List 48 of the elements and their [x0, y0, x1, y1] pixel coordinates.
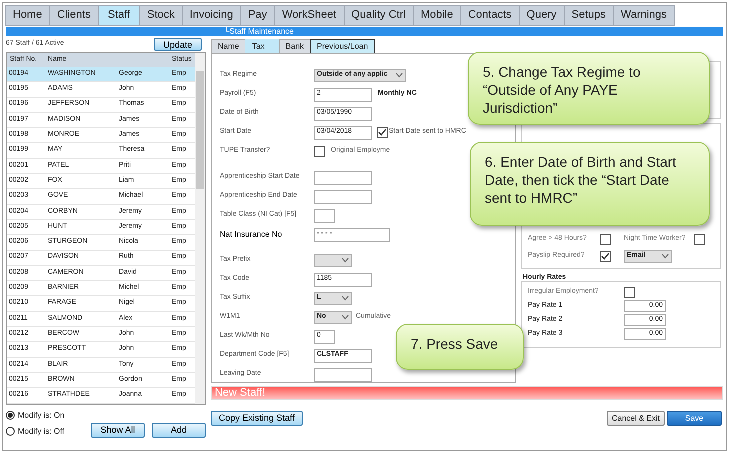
input-field[interactable]	[314, 368, 372, 382]
input-field[interactable]	[314, 170, 372, 184]
form-tab[interactable]: Name	[211, 39, 246, 53]
chevron-down-icon	[662, 254, 669, 259]
checkbox[interactable]	[694, 234, 705, 245]
checkbox[interactable]	[624, 286, 635, 298]
menu-tab[interactable]: Query	[518, 5, 565, 26]
radio-label: Modify is: Off	[18, 426, 65, 438]
menu-tab[interactable]: Quality Ctrl	[344, 5, 414, 26]
menu-tab[interactable]: Mobile	[412, 5, 462, 26]
radio-button[interactable]	[6, 427, 15, 436]
menu-tab[interactable]: Home	[5, 5, 50, 26]
callout-text: 5. Change Tax Regime to “Outside of Any PAYE Jurisdiction”	[483, 63, 642, 117]
radio-label: Modify is: On	[18, 410, 65, 422]
status-bar: New Staff!	[211, 386, 723, 400]
input-field[interactable]	[314, 208, 335, 222]
checkbox[interactable]	[600, 234, 611, 245]
menu-tab[interactable]: Stock	[139, 5, 183, 26]
input-field[interactable]	[314, 190, 372, 204]
form-tab[interactable]: Bank	[278, 39, 312, 53]
copy-staff-button[interactable]: Copy Existing Staff	[211, 411, 303, 426]
chevron-down-icon	[342, 296, 349, 301]
checkbox[interactable]	[314, 146, 325, 157]
cancel-button[interactable]: Cancel & Exit	[606, 411, 665, 426]
menu-tab[interactable]: Invoicing	[182, 5, 242, 26]
chevron-down-icon	[342, 258, 349, 263]
save-button[interactable]: Save	[667, 411, 722, 426]
field-label: Nat Insurance No	[220, 228, 284, 240]
menu-tab[interactable]: Setups	[564, 5, 614, 26]
chevron-down-icon	[342, 315, 349, 320]
checkbox[interactable]	[600, 251, 611, 262]
update-button[interactable]: Update	[154, 38, 202, 51]
menu-tab[interactable]: WorkSheet	[274, 5, 345, 26]
menu-tab[interactable]: Staff	[98, 5, 140, 26]
form-tab[interactable]: Tax	[245, 39, 280, 53]
breadcrumb-bar: └Staff Maintenance	[6, 27, 723, 36]
checkbox[interactable]	[377, 127, 388, 138]
callout-text: 6. Enter Date of Birth and Start Date, then tick the “Start Date sent to HMRC”	[485, 153, 678, 207]
chevron-down-icon	[396, 73, 403, 78]
form-tab[interactable]: Previous/Loan	[310, 39, 376, 53]
menu-tab[interactable]: Clients	[49, 5, 99, 26]
scrollbar[interactable]	[195, 53, 205, 404]
menu-tab[interactable]: Warnings	[612, 5, 676, 26]
radio-button[interactable]	[6, 411, 15, 420]
callout-text: 7. Press Save	[411, 335, 498, 353]
menu-tab[interactable]: Contacts	[460, 5, 520, 26]
add-button[interactable]: Add	[152, 422, 206, 438]
show-all-button[interactable]: Show All	[91, 422, 145, 438]
